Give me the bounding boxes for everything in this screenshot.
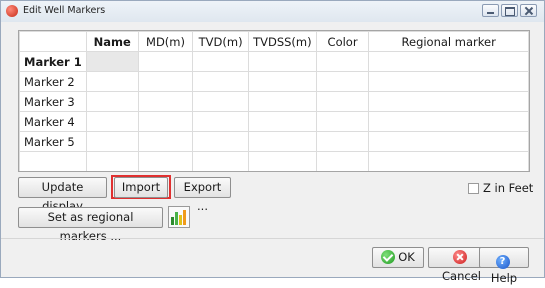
table-header-row: Name MD(m) TVD(m) TVDSS(m) Color Regiona… — [19, 31, 529, 52]
update-display-button[interactable]: Update display — [18, 177, 107, 213]
table-cell[interactable] — [137, 131, 194, 152]
table-cell[interactable] — [137, 151, 194, 171]
set-regional-markers-button[interactable]: Set as regional markers ... — [18, 207, 163, 243]
table-cell[interactable] — [315, 111, 370, 132]
table-cell[interactable] — [247, 71, 317, 92]
table-cell[interactable] — [85, 91, 139, 112]
table-cell[interactable] — [85, 51, 139, 72]
ok-button[interactable]: OK — [372, 247, 424, 268]
table-cell[interactable] — [192, 51, 249, 72]
table-cell[interactable] — [137, 111, 194, 132]
column-header-tvdss[interactable]: TVDSS(m) — [247, 31, 317, 52]
row-header[interactable]: Marker 5 — [19, 131, 87, 152]
table-cell[interactable] — [192, 151, 249, 171]
table-cell[interactable] — [368, 51, 529, 72]
row-header[interactable]: Marker 1 — [19, 51, 87, 72]
table-row: Marker 3 — [19, 91, 529, 112]
ok-check-icon — [381, 250, 396, 264]
minimize-icon[interactable] — [482, 4, 499, 17]
table-cell[interactable] — [85, 131, 139, 152]
row-header[interactable] — [19, 151, 87, 171]
row-header[interactable]: Marker 3 — [19, 91, 87, 112]
table-cell[interactable] — [315, 71, 370, 92]
column-header-tvd[interactable]: TVD(m) — [192, 31, 249, 52]
table-cell[interactable] — [368, 111, 529, 132]
table-cell[interactable] — [247, 111, 317, 132]
column-header-regional-marker[interactable]: Regional marker — [368, 31, 529, 52]
title-bar: Edit Well Markers — [1, 1, 544, 22]
column-header-color[interactable]: Color — [315, 31, 370, 52]
table-cell[interactable] — [85, 71, 139, 92]
table-row: Marker 1 — [19, 51, 529, 72]
table-cell[interactable] — [247, 131, 317, 152]
column-header-md[interactable]: MD(m) — [137, 31, 194, 52]
import-button[interactable]: Import ... — [114, 177, 168, 213]
table-cell[interactable] — [247, 151, 317, 171]
close-icon[interactable] — [520, 4, 537, 17]
footer-divider — [1, 238, 544, 239]
column-header-corner — [19, 31, 87, 52]
z-in-feet-label: Z in Feet — [483, 181, 534, 195]
markers-table: Name MD(m) TVD(m) TVDSS(m) Color Regiona… — [18, 30, 530, 172]
maximize-icon[interactable] — [501, 4, 518, 17]
table-row: Marker 4 — [19, 111, 529, 132]
table-row: Marker 5 — [19, 131, 529, 152]
edit-well-markers-window: Edit Well Markers Name MD(m) TVD(m) TVDS… — [0, 0, 545, 285]
table-row: Marker 2 — [19, 71, 529, 92]
table-cell[interactable] — [315, 131, 370, 152]
z-in-feet-checkbox[interactable] — [468, 183, 479, 194]
table-cell[interactable] — [85, 151, 139, 171]
table-cell[interactable] — [192, 91, 249, 112]
help-button[interactable]: ? Help — [479, 247, 529, 285]
table-cell[interactable] — [137, 71, 194, 92]
cancel-label: Cancel — [442, 269, 481, 283]
table-cell[interactable] — [368, 151, 529, 171]
help-label: Help — [490, 271, 518, 285]
color-bars-icon[interactable] — [168, 206, 190, 228]
app-icon — [6, 5, 18, 17]
table-cell[interactable] — [85, 111, 139, 132]
table-cell[interactable] — [137, 91, 194, 112]
table-cell[interactable] — [192, 131, 249, 152]
table-cell[interactable] — [137, 51, 194, 72]
table-cell[interactable] — [315, 151, 370, 171]
window-title: Edit Well Markers — [23, 5, 106, 16]
table-cell[interactable] — [368, 91, 529, 112]
ok-label: OK — [398, 250, 415, 264]
table-cell[interactable] — [247, 91, 317, 112]
table-cell[interactable] — [368, 71, 529, 92]
cancel-x-icon — [453, 250, 467, 264]
table-row-empty — [19, 151, 529, 171]
table-cell[interactable] — [247, 51, 317, 72]
help-icon: ? — [495, 255, 510, 269]
table-cell[interactable] — [192, 111, 249, 132]
column-header-name[interactable]: Name — [85, 31, 139, 52]
row-header[interactable]: Marker 4 — [19, 111, 87, 132]
export-button[interactable]: Export ... — [174, 177, 231, 213]
table-cell[interactable] — [315, 91, 370, 112]
row-header[interactable]: Marker 2 — [19, 71, 87, 92]
table-cell[interactable] — [368, 131, 529, 152]
table-cell[interactable] — [315, 51, 370, 72]
table-cell[interactable] — [192, 71, 249, 92]
